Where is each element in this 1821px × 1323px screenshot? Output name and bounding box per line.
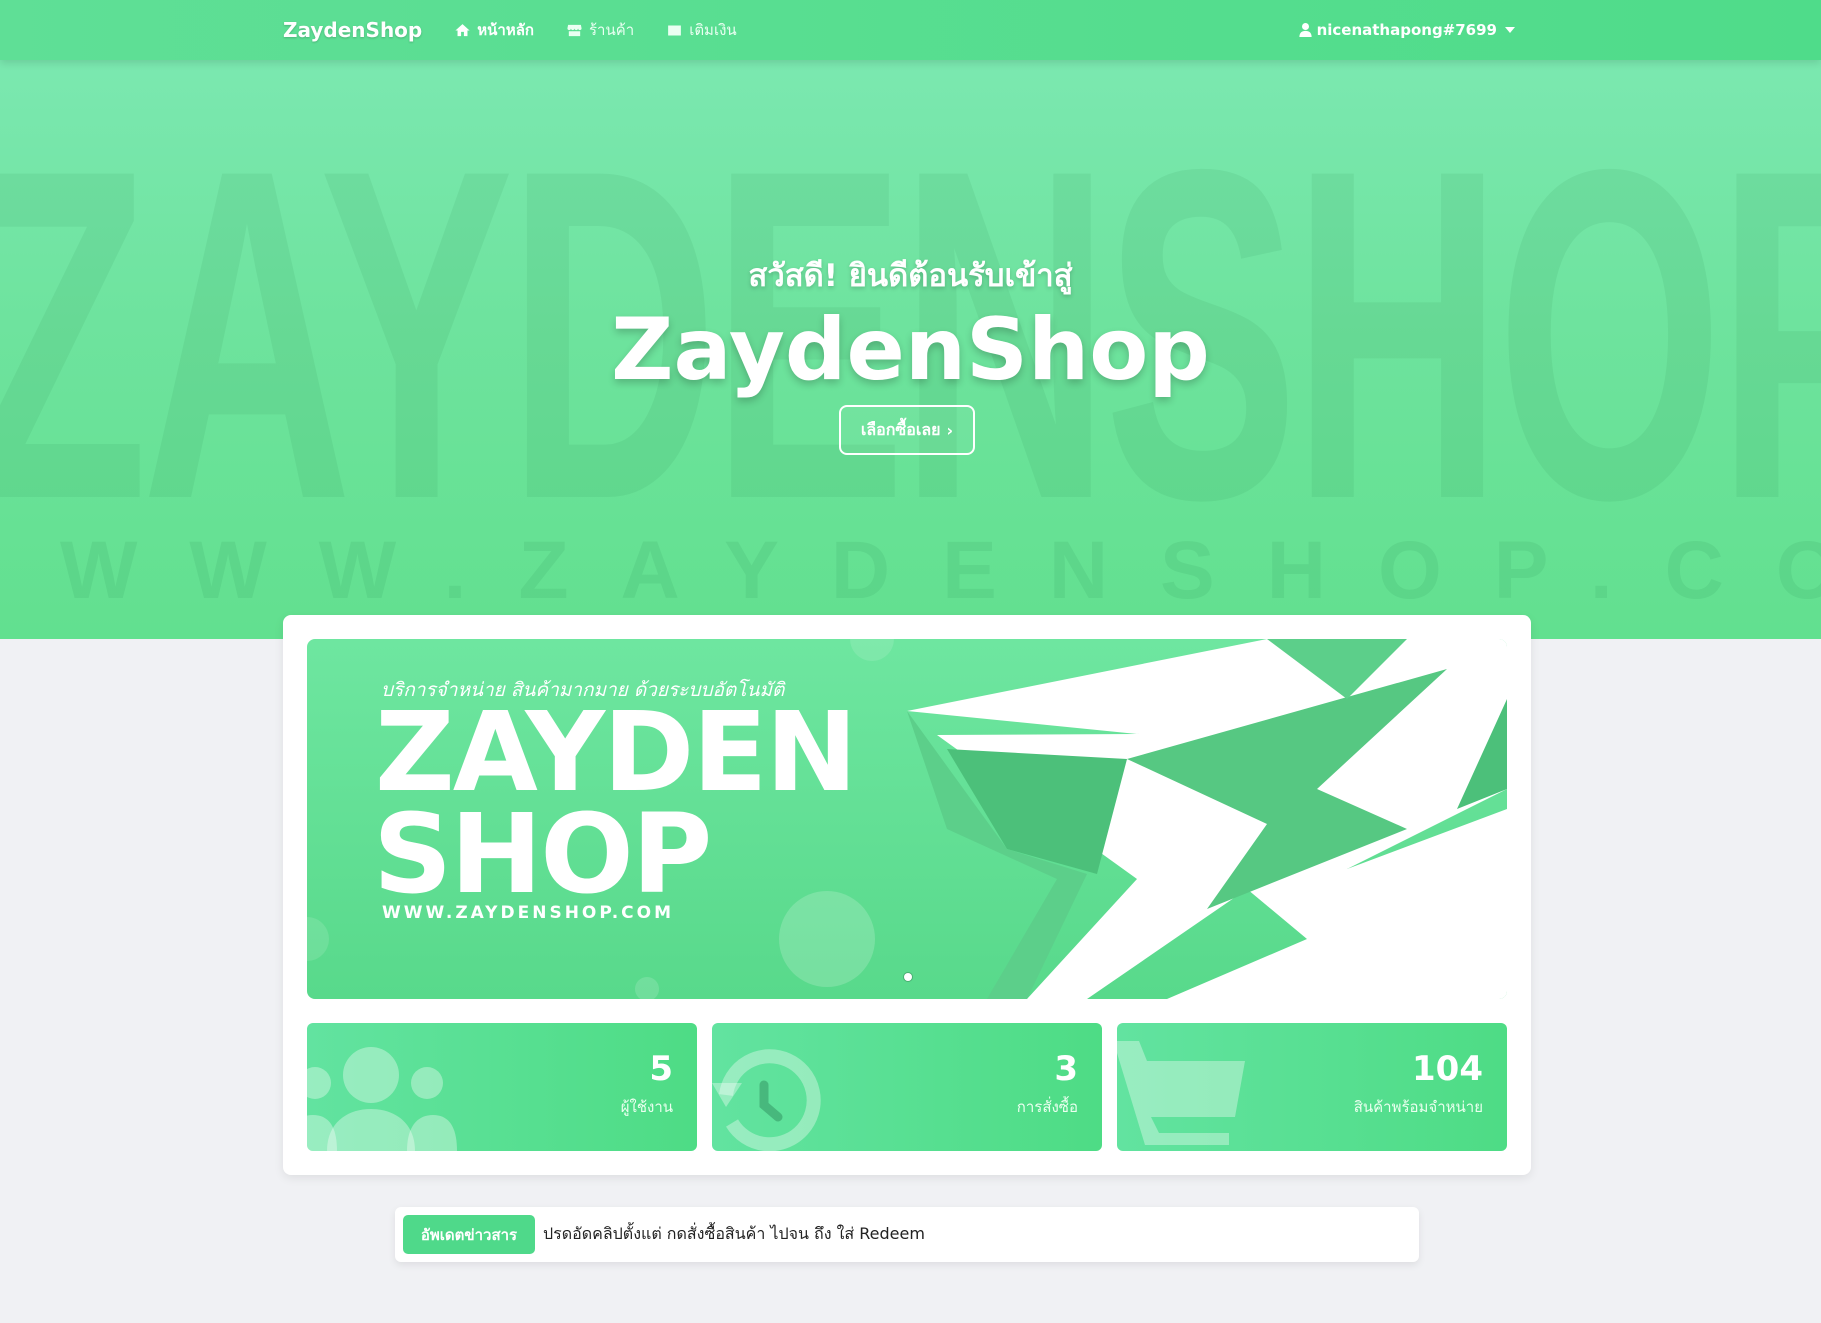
banner-title-line2: SHOP: [373, 790, 712, 918]
carousel-indicator[interactable]: [904, 973, 912, 981]
users-icon: [307, 1047, 457, 1151]
stat-card-users: 5 ผู้ใช้งาน: [307, 1023, 697, 1151]
nav-item-label: ร้านค้า: [588, 21, 635, 39]
promo-banner-carousel[interactable]: บริการจำหน่าย สินค้ามากมาย ด้วยระบบอัตโน…: [307, 639, 1507, 999]
hero-title: ZaydenShop: [611, 300, 1210, 400]
navbar-container: ZaydenShop หน้าหลัก ร้านค้า เติมเงิน nic…: [283, 0, 1515, 60]
wallet-icon: [668, 25, 682, 35]
stat-card-products: 104 สินค้าพร้อมจำหน่าย: [1117, 1023, 1507, 1151]
brand-logo[interactable]: ZaydenShop: [283, 18, 422, 42]
shop-now-label: เลือกซื้อเลย: [860, 419, 941, 439]
shop-now-button[interactable]: เลือกซื้อเลย ›: [839, 405, 975, 455]
nav-item-home[interactable]: หน้าหลัก: [454, 18, 534, 42]
main-card: บริการจำหน่าย สินค้ามากมาย ด้วยระบบอัตโน…: [283, 615, 1531, 1175]
news-ticker: อัพเดตข่าวสาร ปรดอัดคลิปตั้งแต่ กดสั่งซื…: [395, 1207, 1419, 1262]
cart-icon: [1117, 1041, 1245, 1145]
user-icon: [1298, 23, 1312, 37]
news-badge[interactable]: อัพเดตข่าวสาร: [403, 1215, 535, 1254]
news-marquee-text: ปรดอัดคลิปตั้งแต่ กดสั่งซื้อสินค้า ไปจน …: [543, 1224, 925, 1243]
stat-card-orders: 3 การสั่งซื้อ: [712, 1023, 1102, 1151]
history-icon: [712, 1049, 821, 1151]
hero-watermark-url: WWW.ZAYDENSHOP.COM: [60, 525, 1821, 616]
chevron-down-icon: [1505, 27, 1515, 33]
stat-label: การสั่งซื้อ: [1016, 1098, 1078, 1116]
store-icon: [567, 24, 582, 36]
nav-item-store[interactable]: ร้านค้า: [566, 18, 634, 42]
stat-value: 5: [649, 1049, 673, 1089]
home-icon: [455, 23, 470, 36]
user-menu[interactable]: nicenathapong#7699: [1298, 21, 1515, 39]
hero-greeting: สวัสดี! ยินดีต้อนรับเข้าสู่: [748, 258, 1073, 294]
nav-item-label: หน้าหลัก: [477, 21, 534, 39]
username: nicenathapong#7699: [1316, 21, 1497, 39]
top-navbar: ZaydenShop หน้าหลัก ร้านค้า เติมเงิน nic…: [0, 0, 1821, 60]
hero-section: ZAYDENSHOP WWW.ZAYDENSHOP.COM สวัสดี! ยิ…: [0, 60, 1821, 639]
nav-item-label: เติมเงิน: [689, 21, 737, 39]
stat-value: 3: [1054, 1049, 1078, 1089]
nav-item-topup[interactable]: เติมเงิน: [666, 18, 737, 42]
stat-label: สินค้าพร้อมจำหน่าย: [1353, 1098, 1483, 1116]
banner-url: WWW.ZAYDENSHOP.COM: [382, 903, 675, 923]
stat-label: ผู้ใช้งาน: [620, 1098, 673, 1116]
stat-value: 104: [1412, 1049, 1483, 1089]
chevron-right-icon: ›: [946, 420, 954, 440]
